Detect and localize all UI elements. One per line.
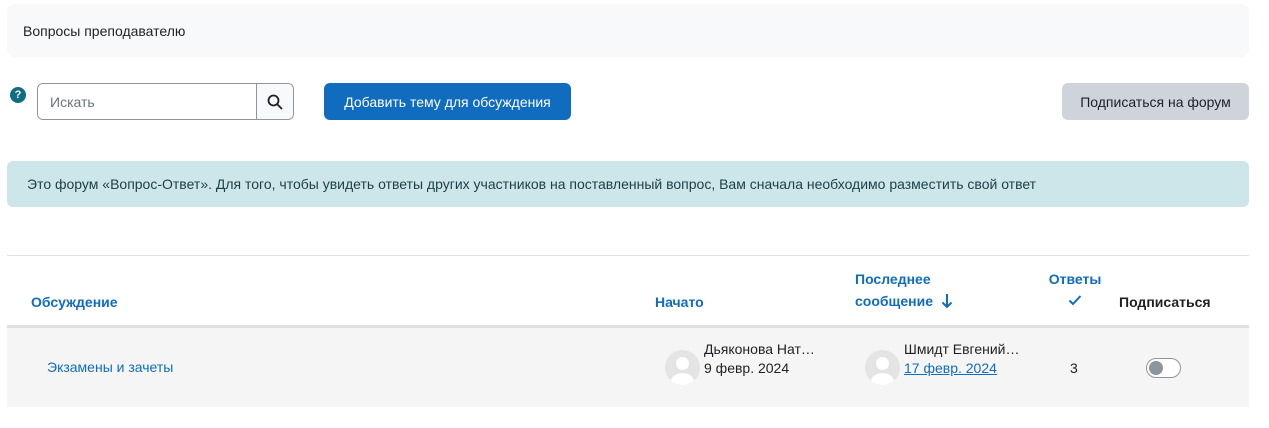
table-top-border — [7, 255, 1249, 256]
discussion-link[interactable]: Экзамены и зачеты — [47, 359, 173, 375]
th-started[interactable]: Начато — [655, 291, 704, 313]
last-post-date-link[interactable]: 17 февр. 2024 — [904, 360, 997, 376]
th-last-post-line2: сообщение — [855, 293, 933, 309]
th-last-post[interactable]: Последнее сообщение — [855, 268, 1005, 312]
forum-intro: Вопросы преподавателю — [7, 4, 1249, 57]
arrow-down-icon — [941, 294, 953, 309]
subscribe-toggle[interactable] — [1146, 358, 1181, 378]
help-icon[interactable]: ? — [10, 87, 26, 103]
last-post-name[interactable]: Шмидт Евгений… — [904, 341, 1019, 357]
th-last-post-line1: Последнее — [855, 271, 931, 287]
th-replies-label: Ответы — [1048, 271, 1102, 287]
search-input[interactable] — [38, 84, 256, 119]
th-subscribe: Подписаться — [1119, 294, 1211, 310]
replies-count: 3 — [1070, 360, 1078, 376]
toggle-knob — [1149, 361, 1163, 375]
search-button[interactable] — [256, 84, 293, 119]
forum-info-text: Это форум «Вопрос-Ответ». Для того, чтоб… — [27, 176, 1037, 192]
search-group — [37, 83, 294, 120]
table-row — [7, 328, 1249, 407]
forum-intro-text: Вопросы преподавателю — [23, 22, 186, 39]
th-discussion[interactable]: Обсуждение — [31, 291, 118, 313]
started-date: 9 февр. 2024 — [704, 360, 790, 376]
user-avatar-icon[interactable] — [665, 350, 700, 385]
user-avatar-icon[interactable] — [865, 350, 900, 385]
forum-info-alert: Это форум «Вопрос-Ответ». Для того, чтоб… — [7, 161, 1249, 207]
check-icon — [1068, 295, 1082, 306]
subscribe-forum-button[interactable]: Подписаться на форум — [1062, 83, 1249, 120]
search-icon — [267, 94, 283, 109]
th-replies[interactable]: Ответы — [1040, 268, 1110, 312]
started-by-name[interactable]: Дьяконова Нат… — [704, 341, 815, 357]
add-discussion-button[interactable]: Добавить тему для обсуждения — [324, 83, 571, 120]
